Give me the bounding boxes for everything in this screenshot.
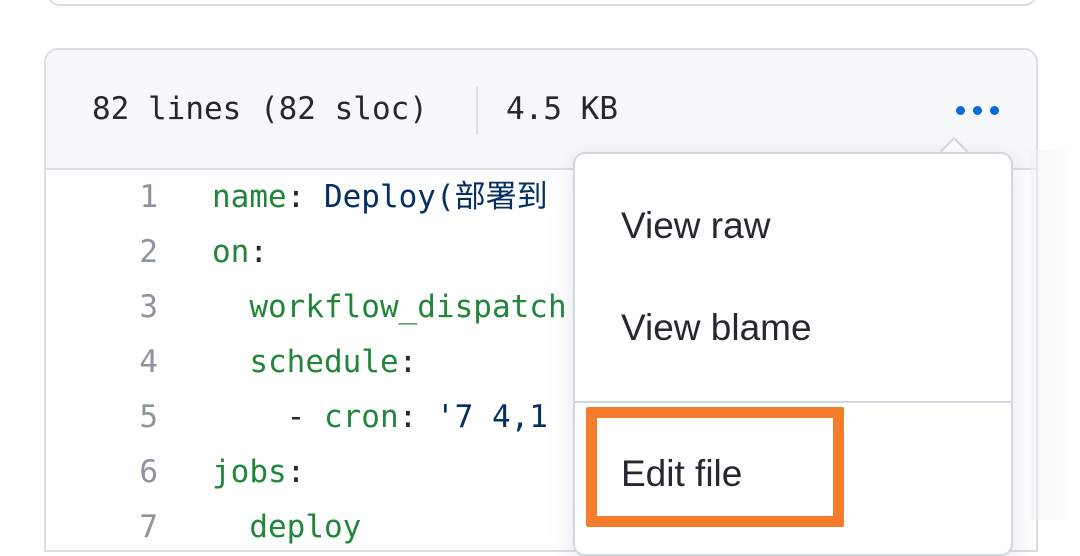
menu-divider xyxy=(575,401,1011,403)
code-token: cron xyxy=(323,399,399,435)
code-token: : xyxy=(286,454,306,490)
code-token: '7 4,1 xyxy=(435,399,548,435)
file-actions-menu: View raw View blame Edit file xyxy=(573,152,1013,556)
code-text: schedule: xyxy=(212,335,417,390)
edge-shade xyxy=(1030,150,1080,520)
code-text: jobs: xyxy=(212,445,305,500)
more-options-button[interactable] xyxy=(952,96,1002,124)
code-token: : xyxy=(398,399,436,435)
code-text: on: xyxy=(212,225,268,280)
view-blame-item[interactable]: View blame xyxy=(621,306,812,350)
code-token: Deploy(部署到 xyxy=(323,179,548,215)
code-token: : xyxy=(249,234,268,270)
code-token: on xyxy=(212,234,250,270)
kebab-horizontal-icon xyxy=(955,105,999,115)
code-token: jobs xyxy=(212,454,287,490)
code-token: : xyxy=(286,179,324,215)
line-number[interactable]: 3 xyxy=(98,280,158,335)
code-text: deploy xyxy=(212,500,362,550)
previous-panel xyxy=(46,0,1038,6)
line-number[interactable]: 5 xyxy=(98,390,158,445)
code-token: : xyxy=(398,344,418,380)
code-token: deploy xyxy=(249,509,362,545)
code-text: - cron: '7 4,1 xyxy=(212,390,548,445)
edit-file-item[interactable]: Edit file xyxy=(621,452,742,496)
header-divider xyxy=(476,86,478,134)
line-number[interactable]: 7 xyxy=(98,500,158,550)
file-size: 4.5 KB xyxy=(506,91,618,127)
view-raw-item[interactable]: View raw xyxy=(621,204,770,248)
code-token: name xyxy=(212,179,287,215)
line-number[interactable]: 1 xyxy=(98,170,158,225)
line-number[interactable]: 2 xyxy=(98,225,158,280)
code-text: workflow_dispatch xyxy=(212,280,567,335)
line-number[interactable]: 6 xyxy=(98,445,158,500)
code-token: workflow_dispatch xyxy=(249,289,567,325)
line-count: 82 lines (82 sloc) xyxy=(92,91,428,127)
code-token: schedule xyxy=(249,344,399,380)
line-number[interactable]: 4 xyxy=(98,335,158,390)
code-token: - xyxy=(212,399,324,435)
